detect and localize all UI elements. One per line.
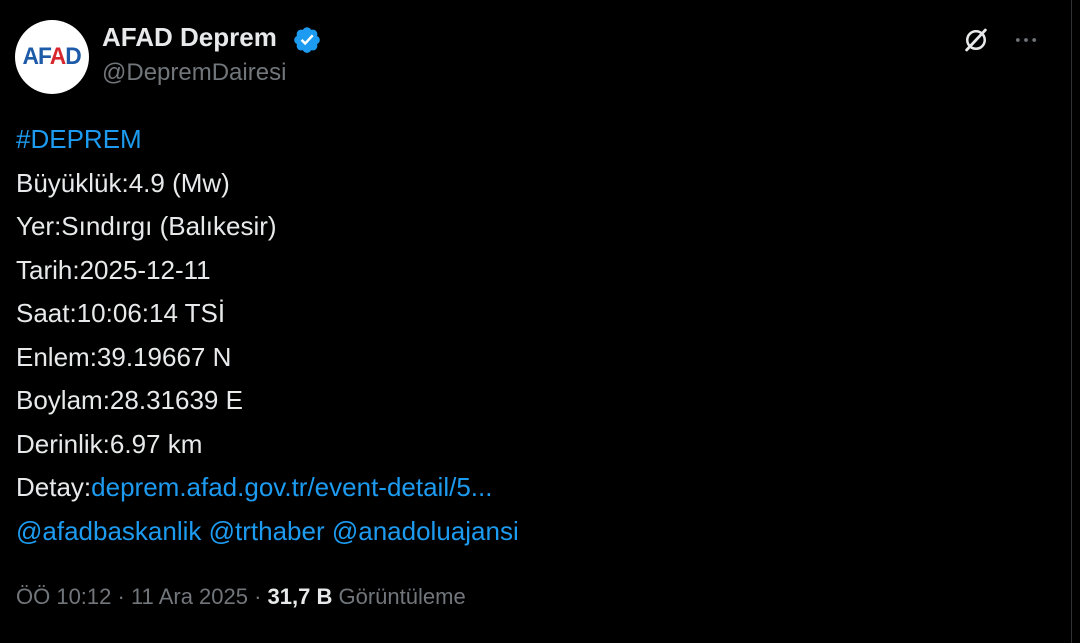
display-name[interactable]: AFAD Deprem	[102, 22, 277, 53]
depth-line: Derinlik:6.97 km	[16, 428, 203, 459]
latitude-line: Enlem:39.19667 N	[16, 341, 232, 372]
tweet-time[interactable]: ÖÖ 10:12	[16, 584, 111, 609]
more-button[interactable]	[1008, 22, 1044, 58]
hashtag-link[interactable]: #DEPREM	[16, 124, 142, 154]
date-line: Tarih:2025-12-11	[16, 254, 211, 285]
longitude-line: Boylam:28.31639 E	[16, 385, 243, 415]
views-count: 31,7 B	[267, 584, 333, 609]
detail-label: Detay:	[16, 472, 92, 502]
tweet-date[interactable]: 11 Ara 2025	[131, 584, 248, 609]
grok-button[interactable]	[958, 22, 994, 58]
meta-separator: ·	[111, 584, 131, 609]
mention-anadoluajansi[interactable]: @anadoluajansi	[332, 516, 519, 546]
avatar[interactable]: AFAD	[15, 20, 89, 94]
location-line: Yer:Sındırgı (Balıkesir)	[16, 211, 277, 241]
more-icon	[1015, 38, 1037, 42]
verified-badge-icon	[294, 27, 320, 53]
time-line: Saat:10:06:14 TSİ	[16, 298, 226, 328]
views-label: Görüntüleme	[338, 584, 466, 609]
avatar-logo-text: AFAD	[22, 43, 82, 70]
detail-link[interactable]: deprem.afad.gov.tr/event-detail/5...	[91, 472, 492, 502]
mention-trthaber[interactable]: @trthaber	[209, 516, 325, 546]
tweet-meta: ÖÖ 10:12 · 11 Ara 2025 · 31,7 B Görüntül…	[16, 584, 466, 610]
tweet-card[interactable]: AFAD AFAD Deprem @DepremDairesi #DEPREM …	[0, 0, 1072, 643]
meta-separator: ·	[247, 584, 268, 609]
magnitude-line: Büyüklük:4.9 (Mw)	[16, 167, 230, 198]
tweet-text: #DEPREM Büyüklük:4.9 (Mw) Yer:Sındırgı (…	[16, 118, 1056, 553]
grok-icon	[965, 28, 987, 52]
mention-afadbaskanlik[interactable]: @afadbaskanlik	[16, 516, 201, 546]
user-handle[interactable]: @DepremDairesi	[102, 59, 286, 87]
